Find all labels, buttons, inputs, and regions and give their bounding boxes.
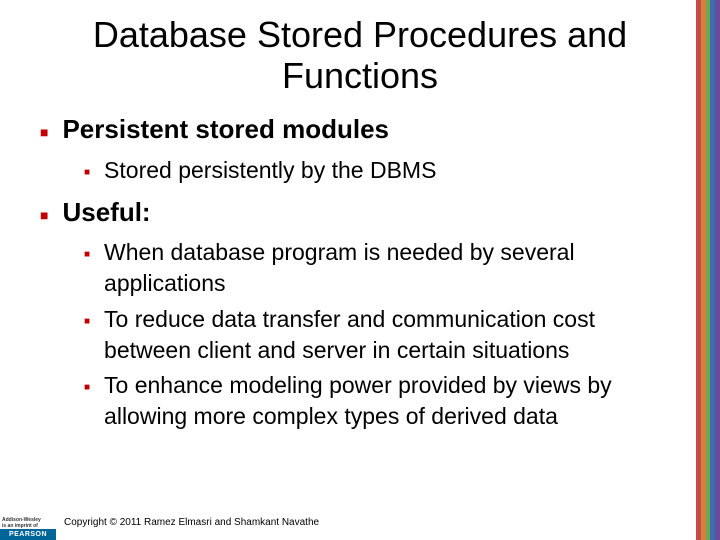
bullet-text: Useful: [62,196,150,230]
bullet-level2: ■ To enhance modeling power provided by … [84,370,680,432]
bullet-text: To reduce data transfer and communicatio… [104,304,680,366]
bullet-level2: ■ When database program is needed by sev… [84,237,680,299]
square-bullet-icon: ■ [84,166,90,180]
square-bullet-icon: ■ [84,381,90,395]
bullet-level2: ■ To reduce data transfer and communicat… [84,304,680,366]
square-bullet-icon: ■ [40,206,48,224]
bullet-text: To enhance modeling power provided by vi… [104,370,680,432]
slide: Database Stored Procedures and Functions… [0,0,720,540]
bullet-level2: ■ Stored persistently by the DBMS [84,155,680,186]
publisher-logo: Addison-Wesley is an imprint of PEARSON [0,504,56,540]
imprint-text: Addison-Wesley is an imprint of [0,518,56,529]
square-bullet-icon: ■ [84,315,90,329]
square-bullet-icon: ■ [84,248,90,262]
square-bullet-icon: ■ [40,123,48,141]
slide-body: ■ Persistent stored modules ■ Stored per… [0,105,720,432]
bullet-text: When database program is needed by sever… [104,237,680,299]
decorative-stripes [696,0,720,540]
bullet-level1: ■ Useful: [40,196,680,230]
bullet-text: Persistent stored modules [62,113,389,147]
bullet-text: Stored persistently by the DBMS [104,155,436,186]
slide-title: Database Stored Procedures and Functions [0,0,720,105]
footer: Addison-Wesley is an imprint of PEARSON … [0,504,696,540]
pearson-brand: PEARSON [0,529,56,540]
copyright-text: Copyright © 2011 Ramez Elmasri and Shamk… [64,517,319,528]
bullet-level1: ■ Persistent stored modules [40,113,680,147]
